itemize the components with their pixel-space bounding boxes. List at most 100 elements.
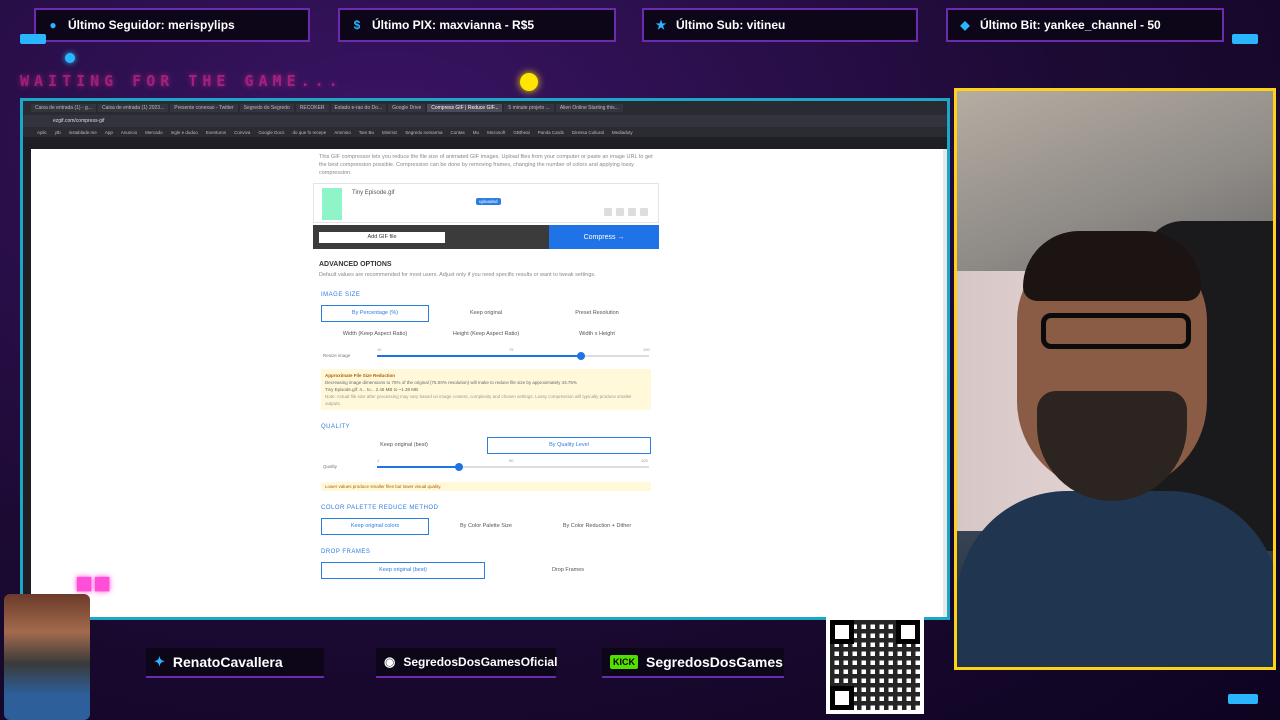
bookmark[interactable]: Panda Cards [538, 130, 564, 135]
bookmark[interactable]: Microsoft [487, 130, 505, 135]
bookmark[interactable]: Minimiz [382, 130, 397, 135]
option-preset-resolution[interactable]: Preset Resolution [543, 310, 651, 316]
file-name: Tiny Episode.gif [352, 190, 395, 196]
slider-fill [377, 355, 581, 357]
add-file-area: Add GIF file [313, 225, 549, 249]
option-width[interactable]: Width (Keep Aspect Ratio) [321, 331, 429, 337]
bookmark[interactable]: Eventuros [206, 130, 226, 135]
kick-icon: KICK [610, 655, 638, 669]
bookmark[interactable]: Mu [473, 130, 479, 135]
file-row: Tiny Episode.gif uploaded [313, 183, 659, 223]
bookmark[interactable]: Ammino [334, 130, 351, 135]
page-scrollbar[interactable] [943, 149, 947, 617]
browser-tabs: Caixa de entrada (1) - g... Caixa de ent… [23, 101, 947, 115]
option-by-percentage[interactable]: By Percentage (%) [321, 304, 429, 322]
crop-icon[interactable] [616, 208, 624, 216]
option-palette-size[interactable]: By Color Palette Size [429, 523, 543, 529]
edit-icon[interactable] [628, 208, 636, 216]
alert-follower: ● Último Seguidor: merispylips [34, 8, 310, 42]
option-width-height[interactable]: Width x Height [543, 331, 651, 337]
url-text: ezgif.com/compress-gif [53, 118, 105, 124]
bookmark[interactable]: Conviva [234, 130, 250, 135]
decor-bar-bottom [1228, 694, 1258, 704]
slider-handle[interactable] [577, 352, 585, 360]
waiting-text: WAITING FOR THE GAME... [20, 72, 343, 90]
bookmark[interactable]: App [105, 130, 113, 135]
star-icon: ★ [655, 18, 667, 32]
address-bar[interactable]: ezgif.com/compress-gif [23, 115, 947, 127]
bookmark[interactable]: Ingle e duduo [171, 130, 198, 135]
dollar-icon: $ [353, 18, 361, 32]
bookmark[interactable]: GBtheal [513, 130, 529, 135]
bookmark[interactable]: Tam Bu [359, 130, 374, 135]
bookmark[interactable]: Mediaduty [612, 130, 633, 135]
resize-slider[interactable]: Resize image 10 75 100 [313, 347, 659, 365]
drop-frames-label: DROP FRAMES [321, 549, 371, 555]
bookmark[interactable]: Aplic [37, 130, 47, 135]
option-drop-frames[interactable]: Drop Frames [485, 567, 651, 573]
browser-window: Caixa de entrada (1) - g... Caixa de ent… [20, 98, 950, 620]
quality-note: Lower values produce smaller files but l… [321, 482, 651, 491]
image-size-label: IMAGE SIZE [321, 292, 361, 298]
bookmark[interactable]: Diressa Cultural [572, 130, 604, 135]
slider-tick: 1 [377, 458, 380, 463]
instagram-icon: ◉ [384, 654, 396, 669]
slider-fill [377, 466, 459, 468]
bookmark[interactable]: ytb [55, 130, 61, 135]
bookmark[interactable]: Google Docs [258, 130, 284, 135]
image-size-options-2: Width (Keep Aspect Ratio) Height (Keep A… [313, 325, 659, 343]
cam-glasses [1041, 313, 1191, 349]
bookmark[interactable]: Anuncio [121, 130, 137, 135]
option-keep-original[interactable]: Keep original [429, 310, 543, 316]
browser-tab[interactable]: Segredo do Segredo [239, 104, 294, 112]
alert-bit-text: Último Bit: yankee_channel - 50 [980, 18, 1161, 32]
browser-tab[interactable]: Presente conexao - Twitter [170, 104, 238, 112]
slider-tick: 100 [643, 347, 650, 352]
browser-tab[interactable]: Google Drive [388, 104, 426, 112]
bookmark[interactable]: Segredo nomarma [405, 130, 442, 135]
bookmark[interactable]: do que fo recepe [292, 130, 326, 135]
compressor-panel: This GIF compressor lets you reduce the … [313, 149, 659, 579]
option-by-quality-level[interactable]: By Quality Level [487, 436, 651, 454]
close-icon[interactable] [640, 208, 648, 216]
compress-button[interactable]: Compress → [549, 225, 659, 249]
browser-tab-active[interactable]: Compress GIF | Reduce GIF... [427, 104, 503, 112]
advanced-options-title[interactable]: ADVANCED OPTIONS [313, 261, 659, 268]
resize-slider-label: Resize image [323, 353, 351, 358]
instagram-text: SegredosDosGamesOficial [403, 655, 558, 669]
alert-sub: ★ Último Sub: vitineu [642, 8, 918, 42]
decor-bar-left [20, 34, 46, 44]
browser-tab[interactable]: Alien Online Starting this... [555, 104, 623, 112]
option-keep-frames[interactable]: Keep original (best) [321, 561, 485, 579]
browser-tab[interactable]: Caixa de entrada (1) 2023... [97, 104, 169, 112]
intro-text: This GIF compressor lets you reduce the … [319, 154, 653, 176]
twitter-text: RenatoCavallera [172, 654, 283, 670]
option-height[interactable]: Height (Keep Aspect Ratio) [429, 331, 543, 337]
browser-tab[interactable]: RECOKER [295, 104, 329, 112]
slider-tick: 75 [509, 347, 514, 352]
add-file-button[interactable]: Add GIF file [319, 231, 445, 243]
qr-corner [830, 620, 854, 644]
bookmark[interactable]: instablade.me [69, 130, 97, 135]
size-reduction-info: Approximate File Size Reduction Decreasi… [321, 369, 651, 410]
browser-tab[interactable]: Estado e-rao do Do... [330, 104, 387, 112]
option-color-dither[interactable]: By Color Reduction + Dither [543, 523, 651, 529]
qr-label: livepix.gg/segredosdosgames [826, 603, 906, 609]
slider-handle[interactable] [454, 463, 463, 471]
bookmark[interactable]: Mercado [145, 130, 163, 135]
browser-tab[interactable]: 5 minute projeto ... [504, 104, 554, 112]
quality-slider[interactable]: Quality 1 50 100 [313, 458, 659, 476]
uploaded-badge: uploaded [476, 198, 501, 205]
color-options: Keep original colors By Color Palette Si… [313, 517, 659, 535]
diamond-icon: ◆ [960, 18, 970, 32]
file-thumbnail [322, 188, 342, 220]
webcam-feed [954, 88, 1276, 670]
option-keep-colors[interactable]: Keep original colors [321, 517, 429, 535]
rotate-icon[interactable] [604, 208, 612, 216]
twitter-icon: ✦ [154, 654, 165, 669]
bookmark[interactable]: Contas [451, 130, 465, 135]
color-method-label: COLOR PALETTE REDUCE METHOD [321, 505, 439, 511]
browser-tab[interactable]: Caixa de entrada (1) - g... [31, 104, 96, 112]
decor-yellow-dot [520, 73, 538, 91]
option-keep-original-quality[interactable]: Keep original (best) [321, 442, 487, 448]
